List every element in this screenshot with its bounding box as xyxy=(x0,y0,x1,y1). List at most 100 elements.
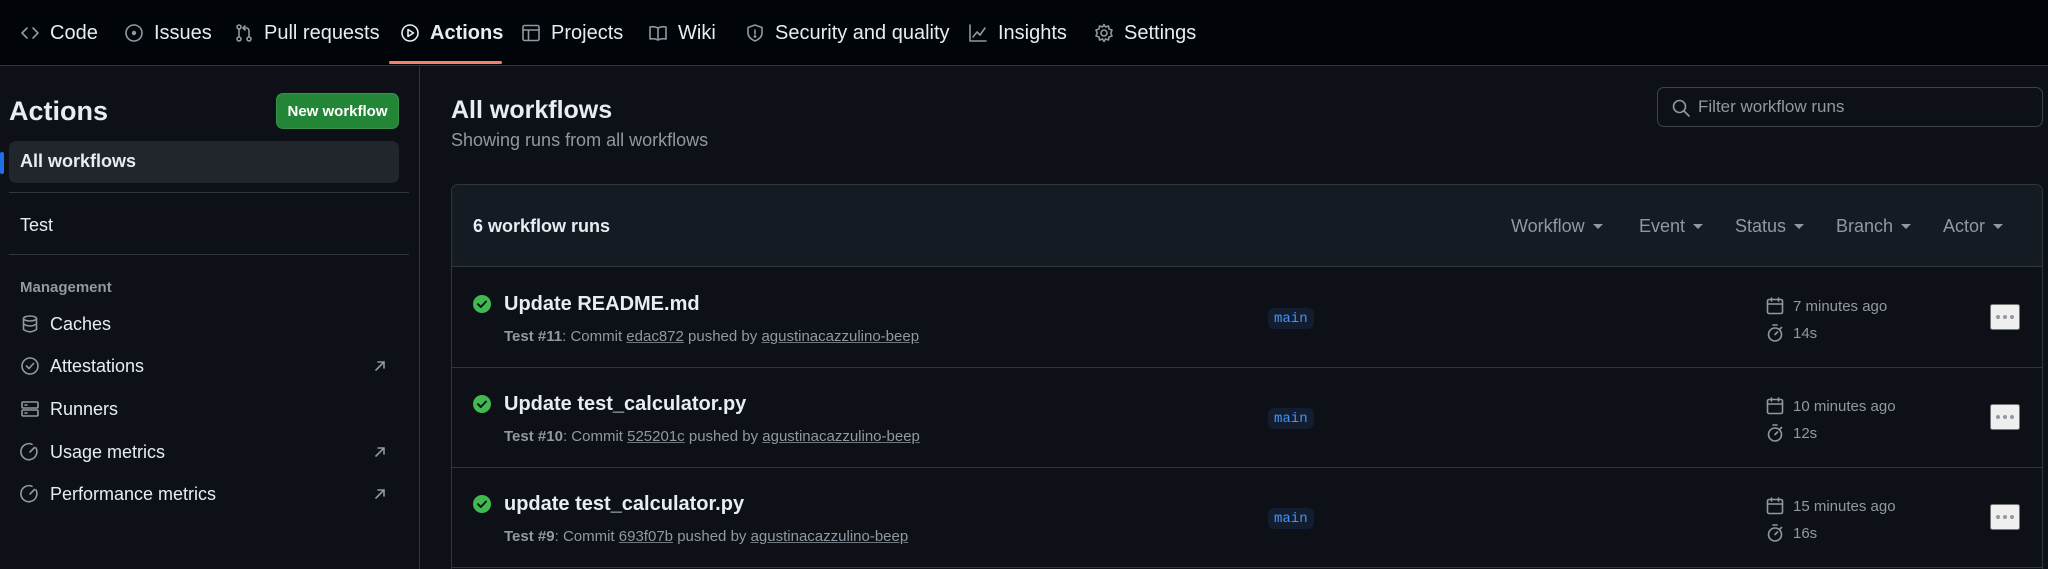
check-circle-fill-icon xyxy=(472,294,492,314)
tab-security[interactable]: Security and quality xyxy=(745,0,950,66)
runs-count: 6 workflow runs xyxy=(473,216,611,236)
git-pull-request-icon xyxy=(234,23,254,43)
sidebar-divider xyxy=(9,254,409,255)
run-meta: Test #11: Commit edac872 pushed by agust… xyxy=(504,328,920,345)
sidebar-title: Actions xyxy=(9,96,109,126)
workflow-run-row[interactable]: Update test_calculator.py Test #10: Comm… xyxy=(452,368,2042,468)
tab-pull-requests[interactable]: Pull requests xyxy=(234,0,380,66)
page-subtitle: Showing runs from all workflows xyxy=(451,130,709,150)
filter-branch-label: Branch xyxy=(1836,216,1894,236)
tab-code[interactable]: Code xyxy=(20,0,98,66)
run-number: #10 xyxy=(537,428,563,445)
server-icon xyxy=(20,399,40,419)
actor-link[interactable]: agustinacazzulino-beep xyxy=(761,328,919,345)
sidebar: Actions New workflow All workflows Test … xyxy=(0,66,420,569)
workflow-runs-header: 6 workflow runs Workflow Event Status Br… xyxy=(452,185,2042,267)
run-workflow-name: Test xyxy=(504,528,534,545)
run-time-ago-label: 10 minutes ago xyxy=(1793,397,1896,415)
actor-link[interactable]: agustinacazzulino-beep xyxy=(751,528,909,545)
pushed-by-text: pushed by xyxy=(688,328,758,345)
sidebar-item-performance-metrics[interactable]: Performance metrics xyxy=(20,479,390,509)
run-meta: Test #9: Commit 693f07b pushed by agusti… xyxy=(504,528,909,545)
run-title-link[interactable]: Update README.md xyxy=(504,293,700,316)
run-workflow-name: Test xyxy=(504,328,534,345)
link-external-icon xyxy=(370,442,390,462)
filter-status-dropdown[interactable]: Status xyxy=(1735,216,1805,237)
run-meta: Test #10: Commit 525201c pushed by agust… xyxy=(504,428,920,445)
page-title: All workflows xyxy=(451,96,613,124)
filter-workflow-label: Workflow xyxy=(1511,216,1585,236)
filter-actor-dropdown[interactable]: Actor xyxy=(1943,216,2004,237)
run-workflow-name: Test xyxy=(504,428,534,445)
workflow-run-row[interactable]: update test_calculator.py Test #9: Commi… xyxy=(452,468,2042,568)
link-external-icon xyxy=(370,484,390,504)
sidebar-item-caches[interactable]: Caches xyxy=(20,309,390,339)
tab-settings[interactable]: Settings xyxy=(1094,0,1196,66)
workflow-runs-list: 6 workflow runs Workflow Event Status Br… xyxy=(451,184,2043,569)
triangle-down-icon xyxy=(1592,224,1603,229)
triangle-down-icon xyxy=(1993,224,2004,229)
sidebar-item-attestations[interactable]: Attestations xyxy=(20,351,390,381)
filter-workflow-dropdown[interactable]: Workflow xyxy=(1511,216,1603,237)
meter-icon xyxy=(20,484,40,504)
run-time-ago: 15 minutes ago xyxy=(1765,496,1896,516)
triangle-down-icon xyxy=(1794,224,1805,229)
run-time-ago: 7 minutes ago xyxy=(1765,296,1887,316)
tab-insights[interactable]: Insights xyxy=(968,0,1067,66)
workflow-run-row[interactable]: Update README.md Test #11: Commit edac87… xyxy=(452,268,2042,368)
run-duration-label: 14s xyxy=(1793,324,1818,342)
tab-settings-label: Settings xyxy=(1124,21,1197,44)
run-time-ago: 10 minutes ago xyxy=(1765,396,1896,416)
filter-actor-label: Actor xyxy=(1943,216,1986,236)
run-duration-label: 16s xyxy=(1793,524,1818,542)
triangle-down-icon xyxy=(1693,224,1704,229)
branch-label[interactable]: main xyxy=(1268,408,1314,429)
filter-branch-dropdown[interactable]: Branch xyxy=(1836,216,1912,237)
stopwatch-icon xyxy=(1765,323,1785,343)
sidebar-item-usage-metrics-label: Usage metrics xyxy=(50,441,166,462)
filter-workflow-runs-input[interactable] xyxy=(1698,88,2028,126)
tab-issues-label: Issues xyxy=(154,21,212,44)
check-circle-fill-icon xyxy=(472,494,492,514)
commit-sha-link[interactable]: 693f07b xyxy=(619,528,673,545)
branch-label[interactable]: main xyxy=(1268,308,1314,329)
sidebar-item-all-workflows-label: All workflows xyxy=(20,151,137,171)
tab-wiki[interactable]: Wiki xyxy=(648,0,716,66)
filter-workflow-runs xyxy=(1657,87,2043,127)
run-number: #9 xyxy=(537,528,555,545)
tab-projects[interactable]: Projects xyxy=(521,0,623,66)
stopwatch-icon xyxy=(1765,423,1785,443)
run-title-link[interactable]: update test_calculator.py xyxy=(504,493,744,516)
verified-icon xyxy=(20,356,40,376)
gear-icon xyxy=(1094,23,1114,43)
run-title-link[interactable]: Update test_calculator.py xyxy=(504,393,746,416)
kebab-horizontal-icon[interactable] xyxy=(1990,504,2020,530)
kebab-horizontal-icon[interactable] xyxy=(1990,404,2020,430)
actor-link[interactable]: agustinacazzulino-beep xyxy=(762,428,920,445)
tab-security-label: Security and quality xyxy=(775,21,950,44)
tab-actions[interactable]: Actions xyxy=(400,0,503,66)
commit-word: Commit xyxy=(571,428,623,445)
book-icon xyxy=(648,23,668,43)
triangle-down-icon xyxy=(1901,224,1912,229)
branch-label[interactable]: main xyxy=(1268,508,1314,529)
filter-status-label: Status xyxy=(1735,216,1787,236)
graph-icon xyxy=(968,23,988,43)
pushed-by-text: pushed by xyxy=(677,528,747,545)
sidebar-item-runners-label: Runners xyxy=(50,398,119,419)
filter-event-label: Event xyxy=(1639,216,1686,236)
tab-pull-requests-label: Pull requests xyxy=(264,21,380,44)
new-workflow-button[interactable]: New workflow xyxy=(276,93,399,129)
pushed-by-text: pushed by xyxy=(688,428,759,445)
commit-sha-link[interactable]: 525201c xyxy=(627,428,685,445)
sidebar-item-runners[interactable]: Runners xyxy=(20,394,390,424)
run-duration-label: 12s xyxy=(1793,424,1818,442)
play-icon xyxy=(400,23,420,43)
sidebar-item-workflow-test[interactable]: Test xyxy=(20,215,53,236)
repo-nav: Code Issues Pull requests Actions Projec… xyxy=(0,0,2048,66)
filter-event-dropdown[interactable]: Event xyxy=(1639,216,1704,237)
sidebar-item-usage-metrics[interactable]: Usage metrics xyxy=(20,437,390,467)
commit-sha-link[interactable]: edac872 xyxy=(626,328,684,345)
tab-issues[interactable]: Issues xyxy=(124,0,212,66)
kebab-horizontal-icon[interactable] xyxy=(1990,304,2020,330)
